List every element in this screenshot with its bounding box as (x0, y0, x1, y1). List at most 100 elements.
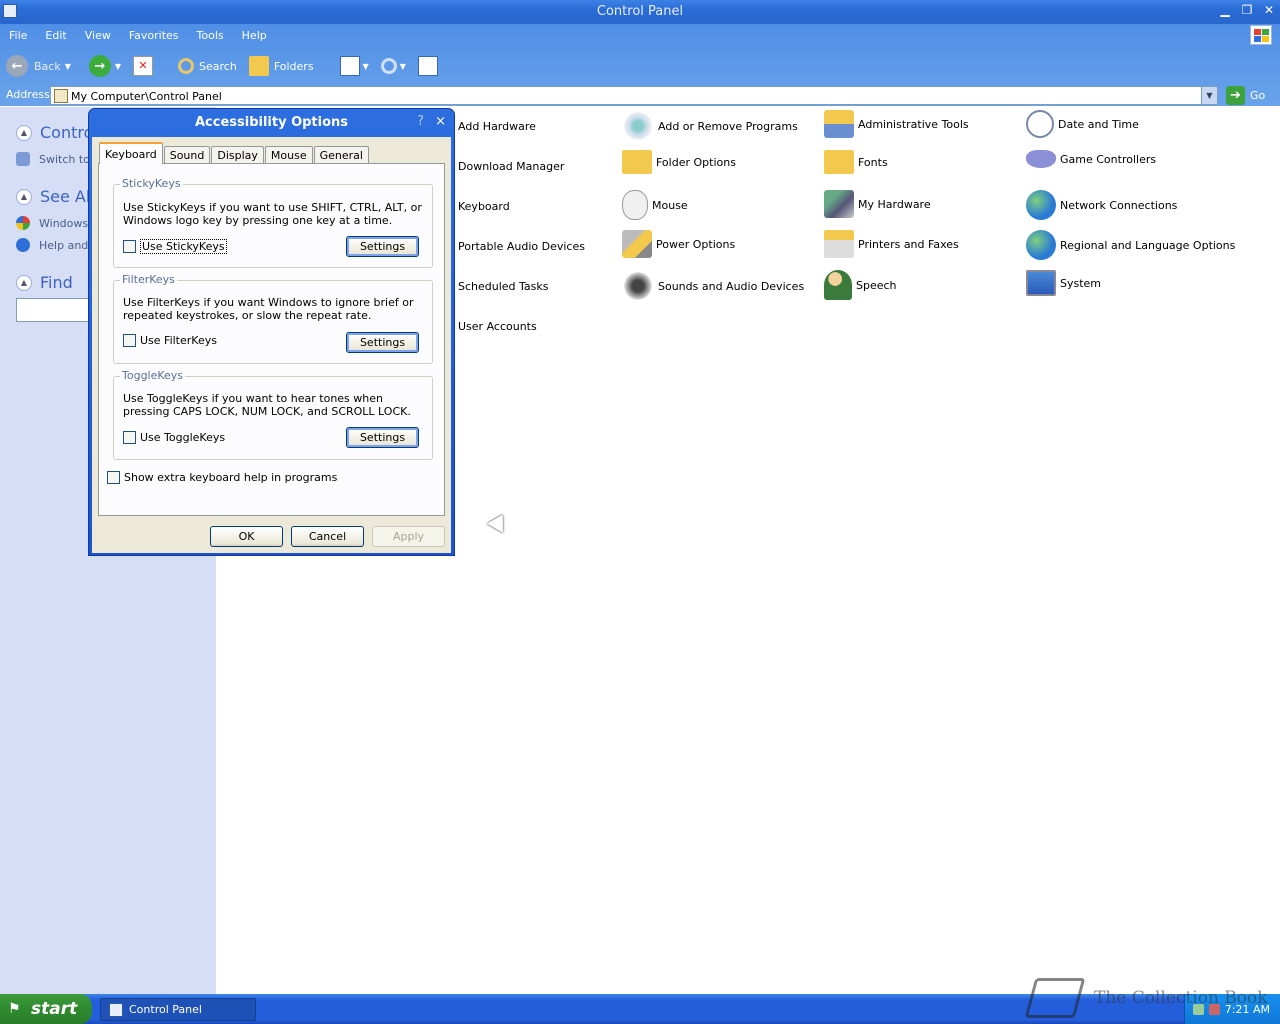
control-panel-section[interactable]: ▲ Contro (16, 123, 93, 142)
filterkeys-description: Use FilterKeys if you want Windows to ig… (123, 296, 414, 322)
tab-general[interactable]: General (313, 146, 369, 164)
views-button[interactable]: ▼ (334, 51, 375, 81)
details-icon (417, 56, 438, 76)
magnifier-icon (380, 58, 397, 74)
menu-view[interactable]: View (76, 24, 120, 46)
windows-update-link[interactable]: Windows (16, 216, 88, 230)
use-stickykeys-label: Use StickyKeys (140, 239, 227, 254)
back-label: Back (34, 59, 61, 73)
checkbox-box[interactable] (123, 431, 136, 444)
address-field[interactable]: My Computer\Control Panel ▼ (50, 86, 1218, 105)
use-stickykeys-checkbox[interactable]: Use StickyKeys (123, 239, 227, 254)
tab-mouse[interactable]: Mouse (264, 146, 313, 164)
item-mouse[interactable]: Mouse (622, 190, 688, 220)
dialog-close-button[interactable]: × (435, 114, 446, 129)
see-also-section[interactable]: ▲ See Al (16, 187, 90, 206)
menu-file[interactable]: File (0, 24, 36, 46)
item-regional-language[interactable]: Regional and Language Options (1026, 230, 1235, 260)
menu-favorites[interactable]: Favorites (120, 24, 188, 46)
menu-help[interactable]: Help (233, 24, 276, 46)
item-network-connections[interactable]: Network Connections (1026, 190, 1177, 220)
find-section[interactable]: ▲ Find (16, 273, 73, 292)
use-togglekeys-checkbox[interactable]: Use ToggleKeys (123, 431, 225, 444)
tab-strip: Keyboard Sound Display Mouse General (99, 142, 370, 164)
address-value: My Computer\Control Panel (71, 90, 222, 103)
item-administrative-tools[interactable]: Administrative Tools (824, 110, 969, 138)
section-header-see-also: See Al (40, 187, 91, 206)
extra-keyboard-help-checkbox[interactable]: Show extra keyboard help in programs (107, 471, 337, 484)
my-hardware-icon (824, 190, 854, 218)
fonts-icon (824, 150, 854, 174)
item-label: System (1060, 276, 1102, 290)
filterkeys-settings-button[interactable]: Settings (346, 332, 419, 353)
togglekeys-settings-button[interactable]: Settings (346, 427, 419, 448)
back-dropdown-icon[interactable]: ▼ (65, 62, 71, 71)
switch-view-link[interactable]: Switch to (16, 152, 90, 166)
item-label: Power Options (656, 237, 736, 251)
help-support-label: Help and (39, 238, 89, 252)
item-speech[interactable]: Speech (824, 270, 897, 300)
item-power-options[interactable]: Power Options (622, 230, 735, 258)
magnifier-dropdown-icon[interactable]: ▼ (400, 62, 406, 71)
views-dropdown-icon[interactable]: ▼ (363, 62, 369, 71)
apply-button[interactable]: Apply (372, 526, 445, 547)
game-controllers-icon (1026, 150, 1056, 168)
administrative-tools-icon (824, 110, 854, 138)
item-label: Printers and Faxes (858, 237, 959, 251)
help-button[interactable]: ? (417, 114, 424, 129)
help-support-link[interactable]: Help and (16, 238, 88, 252)
folders-label: Folders (273, 59, 314, 73)
folders-button[interactable]: Folders (243, 51, 320, 81)
forward-button[interactable]: → ▼ (83, 51, 127, 81)
search-label: Search (199, 59, 237, 73)
back-button[interactable]: ← Back ▼ (0, 51, 77, 81)
section-header-control-panel: Contro (40, 123, 94, 142)
address-dropdown-icon[interactable]: ▼ (1201, 87, 1217, 104)
item-add-remove-programs[interactable]: Add or Remove Programs (622, 110, 798, 142)
menu-tools[interactable]: Tools (188, 24, 233, 46)
details-view-button[interactable] (412, 51, 449, 81)
collapse-icon[interactable]: ▲ (16, 124, 32, 141)
tab-display[interactable]: Display (211, 146, 264, 164)
search-button[interactable]: Search (172, 51, 243, 81)
stickykeys-settings-button[interactable]: Settings (346, 236, 419, 257)
item-my-hardware[interactable]: My Hardware (824, 190, 931, 218)
togglekeys-title: ToggleKeys (120, 369, 186, 382)
item-label: Speech (856, 278, 897, 292)
close-button[interactable]: ✕ (1262, 3, 1276, 17)
stop-button[interactable]: ✕ (127, 51, 164, 81)
back-arrow-icon: ← (6, 55, 28, 77)
tab-sound[interactable]: Sound (163, 146, 211, 164)
checkbox-box[interactable] (123, 240, 136, 253)
system-icon (1026, 270, 1056, 296)
menu-edit[interactable]: Edit (36, 24, 75, 46)
item-date-time[interactable]: Date and Time (1026, 110, 1139, 138)
tab-keyboard[interactable]: Keyboard (99, 142, 163, 164)
control-panel-small-icon (54, 89, 68, 103)
book-icon (1024, 978, 1086, 1018)
use-filterkeys-label: Use FilterKeys (140, 334, 217, 347)
control-panel-task-icon (109, 1002, 123, 1017)
cancel-button[interactable]: Cancel (291, 526, 364, 547)
dialog-title: Accessibility Options (194, 115, 349, 130)
minimize-button[interactable]: ▁ (1218, 3, 1232, 17)
taskbar-control-panel[interactable]: Control Panel (100, 998, 256, 1021)
item-system[interactable]: System (1026, 270, 1101, 296)
checkbox-box[interactable] (123, 334, 136, 347)
start-button[interactable]: ⚑ start (0, 994, 92, 1024)
collapse-icon[interactable]: ▲ (16, 188, 32, 205)
item-game-controllers[interactable]: Game Controllers (1026, 150, 1156, 168)
collapse-icon[interactable]: ▲ (16, 274, 32, 291)
item-printers-faxes[interactable]: Printers and Faxes (824, 230, 959, 258)
item-fonts[interactable]: Fonts (824, 150, 888, 174)
item-sounds-audio[interactable]: Sounds and Audio Devices (622, 270, 804, 302)
ok-button[interactable]: OK (210, 526, 283, 547)
title-bar[interactable]: Control Panel ▁ ❐ ✕ (0, 0, 1280, 24)
search-options-button[interactable]: ▼ (375, 51, 412, 81)
item-folder-options[interactable]: Folder Options (622, 150, 736, 174)
use-filterkeys-checkbox[interactable]: Use FilterKeys (123, 334, 217, 347)
checkbox-box[interactable] (107, 471, 120, 484)
go-button[interactable]: ➔ Go (1226, 86, 1265, 105)
restore-button[interactable]: ❐ (1240, 3, 1254, 17)
forward-dropdown-icon[interactable]: ▼ (115, 62, 121, 71)
